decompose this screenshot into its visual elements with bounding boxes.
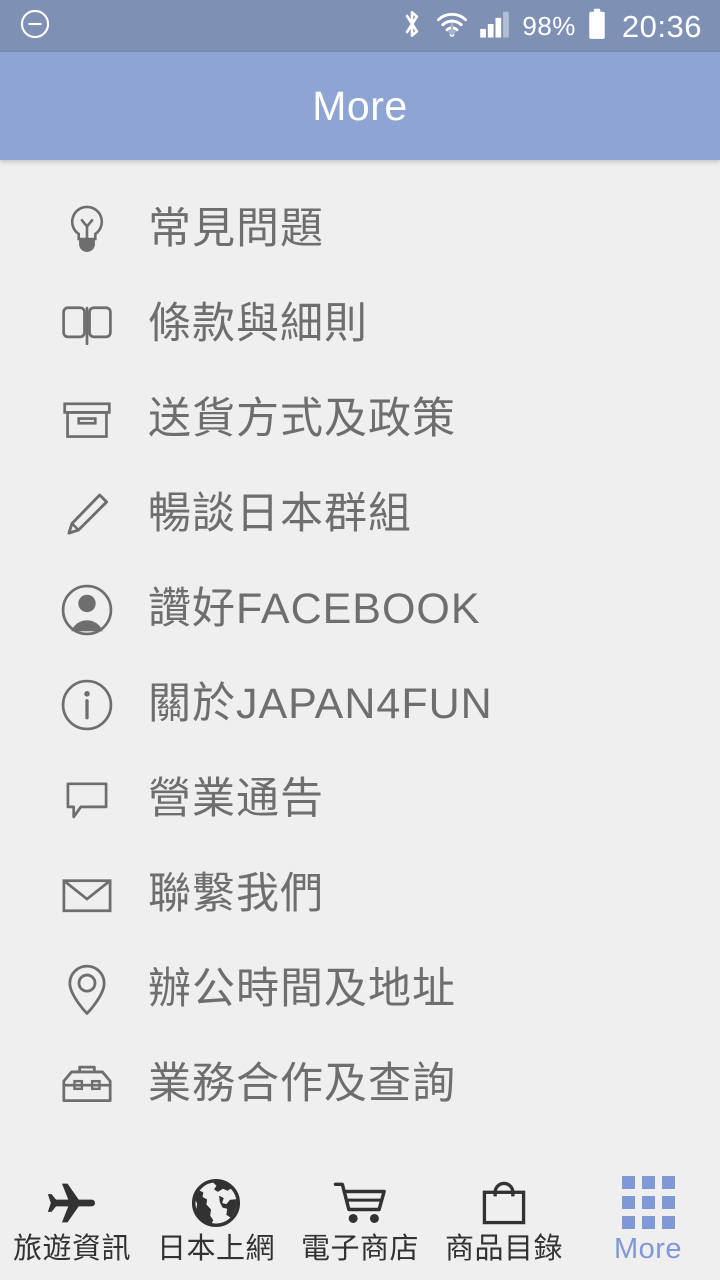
menu-item-shipping[interactable]: 送貨方式及政策: [0, 372, 720, 467]
nav-item-store[interactable]: 電子商店: [288, 1160, 432, 1280]
lightbulb-icon: [56, 199, 118, 261]
shopping-cart-icon: [333, 1177, 387, 1229]
grid-square: [661, 1196, 675, 1209]
grid-square: [661, 1216, 675, 1229]
menu-item-japan-group[interactable]: 暢談日本群組: [0, 467, 720, 562]
cellular-signal-icon: [479, 9, 511, 44]
grid-square: [661, 1176, 675, 1189]
bottom-nav[interactable]: 旅遊資訊 日本上網 電子商店 商品目錄 More: [0, 1160, 720, 1280]
menu-item-announcements[interactable]: 營業通告: [0, 752, 720, 847]
menu-item-contact[interactable]: 聯繫我們: [0, 847, 720, 942]
speech-bubble-icon: [56, 769, 118, 831]
globe-icon: [189, 1177, 243, 1229]
nav-item-label: 旅遊資訊: [12, 1232, 131, 1265]
grid-apps-icon: [621, 1176, 675, 1229]
nav-item-label: 日本上網: [156, 1232, 275, 1265]
wifi-icon: [436, 8, 468, 45]
menu-item-facebook[interactable]: 讚好FACEBOOK: [0, 562, 720, 657]
airplane-icon: [45, 1177, 99, 1229]
open-book-icon: [56, 294, 118, 356]
status-bar-left: [18, 7, 52, 46]
menu-item-label: 讚好FACEBOOK: [148, 585, 481, 633]
envelope-icon: [56, 864, 118, 926]
menu-item-terms[interactable]: 條款與細則: [0, 277, 720, 372]
toolbox-icon: [56, 1054, 118, 1116]
menu-item-about[interactable]: 關於JAPAN4FUN: [0, 657, 720, 752]
menu-item-faq[interactable]: 常見問題: [0, 182, 720, 277]
grid-square: [621, 1196, 635, 1209]
battery-full-icon: [587, 8, 607, 45]
menu-item-label: 暢談日本群組: [148, 490, 412, 538]
nav-item-label: More: [613, 1232, 683, 1265]
menu-item-label: 條款與細則: [148, 300, 368, 348]
person-circle-icon: [56, 579, 118, 641]
circle-minus-icon: [18, 7, 52, 46]
menu-item-label: 送貨方式及政策: [148, 395, 456, 443]
nav-item-more[interactable]: More: [576, 1160, 720, 1280]
nav-item-travel-info[interactable]: 旅遊資訊: [0, 1160, 144, 1280]
battery-percent-label: 98%: [522, 11, 576, 41]
map-pin-icon: [56, 959, 118, 1021]
grid-square: [621, 1216, 635, 1229]
shopping-bag-icon: [477, 1177, 531, 1229]
status-bar-right: 98% 20:36: [399, 8, 702, 45]
nav-item-japan-internet[interactable]: 日本上網: [144, 1160, 288, 1280]
info-circle-icon: [56, 674, 118, 736]
menu-item-label: 關於JAPAN4FUN: [148, 680, 493, 728]
menu-item-label: 業務合作及查詢: [148, 1060, 456, 1108]
grid-square: [621, 1176, 635, 1189]
nav-item-label: 電子商店: [300, 1232, 419, 1265]
status-clock: 20:36: [621, 8, 702, 44]
app-header: More: [0, 52, 720, 160]
menu-item-business[interactable]: 業務合作及查詢: [0, 1037, 720, 1132]
menu-item-office-hours[interactable]: 辦公時間及地址: [0, 942, 720, 1037]
status-bar: 98% 20:36: [0, 0, 720, 52]
menu-list[interactable]: 常見問題 條款與細則 送貨方式及政策 暢談日本群組 讚好FACEBOOK 關於J…: [0, 160, 720, 1160]
page-title: More: [312, 82, 408, 129]
menu-item-label: 聯繫我們: [148, 870, 324, 918]
grid-apps-squares: [621, 1176, 675, 1229]
pencil-icon: [56, 484, 118, 546]
bluetooth-icon: [399, 8, 425, 45]
nav-item-catalog[interactable]: 商品目錄: [432, 1160, 576, 1280]
grid-square: [641, 1176, 655, 1189]
grid-square: [641, 1196, 655, 1209]
menu-item-label: 營業通告: [148, 775, 324, 823]
grid-square: [641, 1216, 655, 1229]
menu-item-label: 常見問題: [148, 205, 324, 253]
nav-item-label: 商品目錄: [444, 1232, 563, 1265]
menu-item-label: 辦公時間及地址: [148, 965, 456, 1013]
archive-box-icon: [56, 389, 118, 451]
